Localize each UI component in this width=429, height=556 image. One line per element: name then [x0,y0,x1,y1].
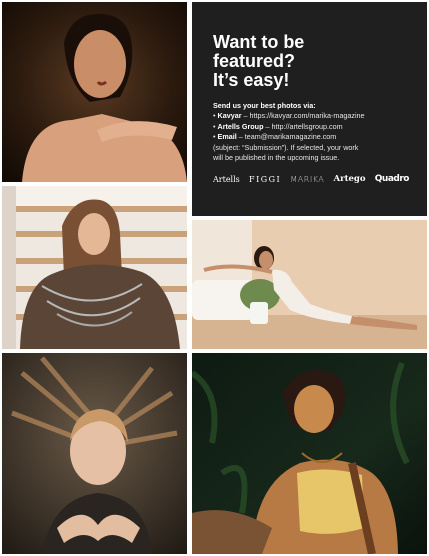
quadro-logo: Quadro [374,174,410,184]
email-link[interactable]: – team@marikamagazine.com [239,132,337,141]
artells-link[interactable]: – http://artellsgroup.com [265,122,342,131]
artego-logo: Artego [333,174,366,184]
figgi-logo: FIGGI [249,174,282,184]
photo-woman-reclining [192,220,427,349]
artells-logo: Artells [213,174,240,184]
page-heading: Want to be featured? It’s easy! [213,33,418,90]
bullet: • [213,121,216,131]
bullet: • [213,111,216,121]
photo-woman-smiling [2,2,187,182]
bullet: • [213,132,216,142]
partner-logos: Artells FIGGI MARIKA Artego Quadro [213,174,409,184]
heading-line: It’s easy! [213,70,290,90]
heading-line: Want to be [213,32,305,52]
list-item: • Artells Group – http://artellsgroup.co… [213,122,418,132]
submission-instructions: Send us your best photos via: • Kavyar –… [213,101,418,163]
list-item: • Email – team@marikamagazine.com [213,132,418,142]
note-line: (subject: “Submission”). If selected, yo… [213,142,359,152]
kavyar-link[interactable]: – https://kavyar.com/marika-magazine [244,111,365,120]
photo-woman-fur-coat [2,186,187,349]
heading-line: featured? [213,51,296,71]
photo-woman-hair-spread [2,353,187,554]
note-line: will be published in the upcoming issue. [213,153,340,163]
submission-info-panel: Want to be featured? It’s easy! Send us … [192,2,427,216]
list-item: • Kavyar – https://kavyar.com/marika-mag… [213,111,418,121]
marika-logo: MARIKA [290,174,325,184]
intro-text: Send us your best photos via: [213,101,316,110]
item-name: Kavyar [217,111,242,121]
item-name: Email [217,132,237,142]
item-name: Artells Group [217,121,264,131]
photo-woman-tank-top [192,353,427,554]
